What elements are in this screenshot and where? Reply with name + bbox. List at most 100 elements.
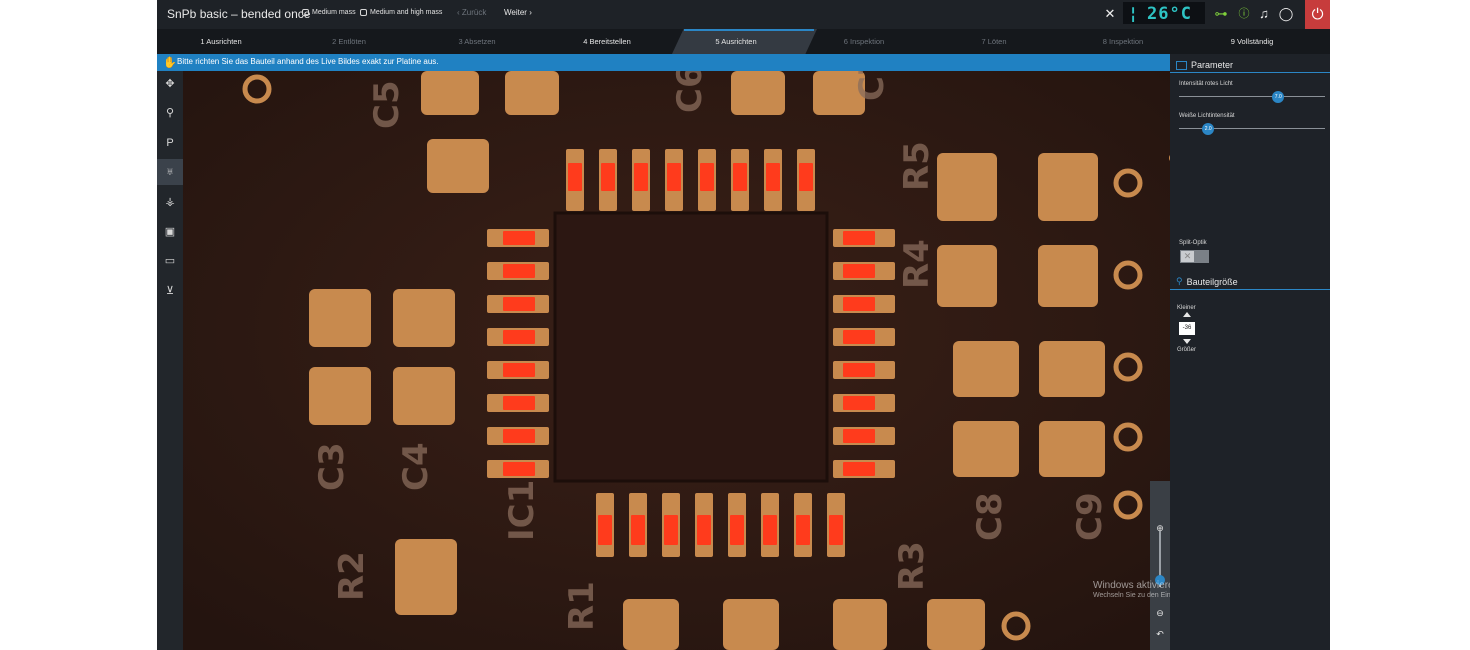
white-light-slider-track[interactable] (1179, 128, 1325, 129)
step-8-inspektion[interactable]: 8 Inspektion (1059, 29, 1187, 54)
red-light-slider-track[interactable] (1179, 96, 1325, 97)
ic-pin-bottom-led (829, 515, 843, 545)
move-tool-icon[interactable]: ✥ (157, 71, 183, 97)
silkscreen-label: R1 (562, 581, 602, 631)
split-optics-label: Split-Optik (1179, 240, 1207, 246)
ic-pin-bottom-led (763, 515, 777, 545)
close-icon[interactable]: ✕ (1102, 5, 1118, 23)
passive-pad (1038, 245, 1098, 307)
plug-icon[interactable]: ⊶ (1213, 5, 1229, 23)
parameter-tool-icon[interactable]: P (157, 130, 183, 156)
silkscreen-label: C8 (970, 492, 1010, 541)
settings-panel: Parameter Intensität rotes Licht 7.0 Wei… (1170, 54, 1330, 650)
white-light-slider-handle[interactable]: 2.0 (1202, 123, 1215, 135)
ic-pin-right-led (843, 297, 875, 311)
pin-tool-icon[interactable]: ⚶ (157, 189, 183, 215)
passive-pad (731, 71, 785, 115)
pcb-image: C5 C6 C7 R5 R4 C3 C4 IC1 R2 C8 C9 R3 R1 (183, 71, 1170, 650)
ic-pin-left-led (503, 297, 535, 311)
red-light-slider-handle[interactable]: 7.0 (1272, 91, 1285, 103)
size-heading-label: Bauteilgröße (1186, 276, 1238, 287)
mode-medium-high-label: Medium and high mass (370, 9, 443, 16)
passive-pad (927, 599, 985, 650)
red-light-label: Intensität rotes Licht (1179, 81, 1233, 87)
passive-pad (393, 289, 455, 347)
reset-view-icon[interactable]: ↶ (1154, 629, 1166, 640)
power-icon: ⏻ (1311, 6, 1324, 23)
left-toolbar: ✥ ⚲ P ♅ ⚶ ▣ ▭ ⊻ (157, 71, 183, 650)
ic-pin-top-led (634, 163, 648, 191)
mode-medium-mass[interactable]: Medium mass (302, 9, 356, 16)
size-divider (1170, 289, 1330, 290)
image-tool-icon[interactable]: ▣ (157, 219, 183, 245)
ic-pin-left-led (503, 396, 535, 410)
step-1-ausrichten[interactable]: 1 Ausrichten (157, 29, 285, 54)
step-5-ausrichten[interactable]: 5 Ausrichten (673, 29, 799, 54)
passive-pad (833, 599, 887, 650)
ic-pin-bottom-led (631, 515, 645, 545)
silkscreen-label: C4 (396, 442, 436, 491)
step-7-loeten[interactable]: 7 Löten (929, 29, 1059, 54)
mode-medium-high-mass[interactable]: Medium and high mass (360, 9, 442, 16)
passive-pad (1038, 153, 1098, 221)
parameter-icon (1176, 60, 1187, 70)
silkscreen-label: R3 (892, 541, 932, 591)
ic-pin-bottom-led (796, 515, 810, 545)
ic-chip-body (553, 211, 829, 483)
ic-pin-right-led (843, 396, 875, 410)
ic-pin-top-led (799, 163, 813, 191)
ic-pin-top-led (700, 163, 714, 191)
ic-pin-top-led (601, 163, 615, 191)
passive-pad (393, 367, 455, 425)
nozzle-tool-icon[interactable]: ⚲ (157, 100, 183, 126)
chevron-right-icon: › (529, 8, 532, 17)
parameter-heading-label: Parameter (1191, 60, 1234, 70)
info-icon[interactable]: ⓘ (1236, 5, 1252, 23)
chat-icon[interactable]: ◯ (1278, 5, 1294, 23)
silkscreen-label: R5 (897, 141, 937, 191)
passive-pad (309, 289, 371, 347)
ic-pin-bottom-led (598, 515, 612, 545)
ic-pin-bottom-led (664, 515, 678, 545)
silkscreen-label: IC1 (502, 480, 542, 541)
split-optics-toggle[interactable]: ✕ (1180, 250, 1209, 263)
ic-pin-bottom-led (697, 515, 711, 545)
mass-icon (360, 9, 367, 16)
app-title: SnPb basic – bended once (167, 7, 311, 21)
component-tool-icon[interactable]: ♅ (157, 159, 183, 185)
size-heading: ⚲ Bauteilgröße (1176, 276, 1238, 287)
rectangle-tool-icon[interactable]: ▭ (157, 248, 183, 274)
ic-pin-left-led (503, 429, 535, 443)
step-3-absetzen[interactable]: 3 Absetzen (413, 29, 541, 54)
passive-pad (937, 153, 997, 221)
passive-pad (953, 341, 1019, 397)
workflow-steps: 1 Ausrichten 2 Entlöten 3 Absetzen 4 Ber… (157, 29, 1330, 54)
ic-pin-left-led (503, 330, 535, 344)
ic-pin-left-led (503, 363, 535, 377)
step-9-vollstaendig[interactable]: 9 Vollständig (1187, 29, 1317, 54)
next-button[interactable]: Weiter › (504, 8, 532, 17)
passive-pad (1039, 341, 1105, 397)
size-down-arrow-icon[interactable] (1183, 339, 1191, 344)
passive-pad (623, 599, 679, 650)
ic-pin-bottom-led (730, 515, 744, 545)
back-button[interactable]: ‹ Zurück (457, 8, 486, 17)
live-camera-view[interactable]: C5 C6 C7 R5 R4 C3 C4 IC1 R2 C8 C9 R3 R1 (183, 71, 1170, 650)
instruction-bar: ✋ Bitte richten Sie das Bauteil anhand d… (157, 54, 1170, 71)
parameter-heading: Parameter (1176, 60, 1233, 70)
nozzle-tip-tool-icon[interactable]: ⊻ (157, 278, 183, 304)
back-label: Zurück (461, 8, 487, 17)
silkscreen-label: C3 (312, 442, 352, 491)
bell-icon[interactable]: ♫ (1256, 5, 1272, 23)
size-up-arrow-icon[interactable] (1183, 312, 1191, 317)
step-6-inspektion[interactable]: 6 Inspektion (799, 29, 929, 54)
step-2-entloeten[interactable]: 2 Entlöten (285, 29, 413, 54)
step-4-bereitstellen[interactable]: 4 Bereitstellen (541, 29, 673, 54)
size-value-input[interactable]: -36 (1179, 322, 1195, 335)
passive-pad (309, 367, 371, 425)
ic-pin-right-led (843, 429, 875, 443)
zoom-out-icon[interactable]: ⊖ (1154, 608, 1166, 619)
ic-pin-right-led (843, 363, 875, 377)
toggle-off-icon: ✕ (1181, 251, 1194, 262)
power-button[interactable]: ⏻ (1305, 0, 1330, 29)
